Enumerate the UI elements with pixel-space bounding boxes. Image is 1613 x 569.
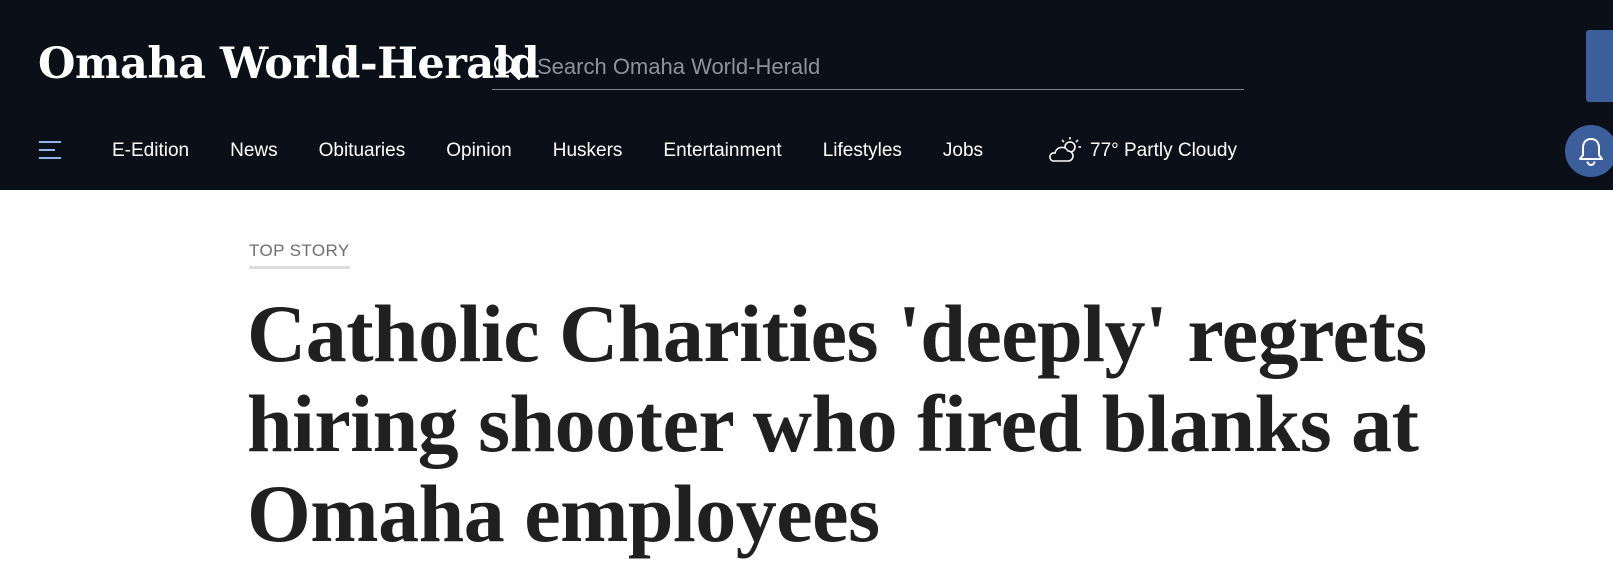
article-headline: Catholic Charities 'deeply' regrets hiri… <box>247 288 1427 559</box>
story-kicker[interactable]: TOP STORY <box>249 239 350 269</box>
partly-cloudy-icon <box>1049 137 1081 162</box>
site-header: Omaha World-Herald E-Edition News Obitua… <box>0 0 1613 190</box>
search-icon[interactable] <box>492 52 522 82</box>
nav-item-e-edition[interactable]: E-Edition <box>112 140 189 162</box>
nav-item-obituaries[interactable]: Obituaries <box>319 140 406 162</box>
weather-text: 77° Partly Cloudy <box>1090 140 1237 161</box>
site-logo[interactable]: Omaha World-Herald <box>38 34 540 94</box>
nav-items: E-Edition News Obituaries Opinion Husker… <box>112 122 983 180</box>
nav-item-news[interactable]: News <box>230 140 278 162</box>
main-nav: E-Edition News Obituaries Opinion Husker… <box>0 122 1613 180</box>
hamburger-menu-icon[interactable] <box>38 138 66 162</box>
nav-item-lifestyles[interactable]: Lifestyles <box>823 140 902 162</box>
nav-item-entertainment[interactable]: Entertainment <box>663 140 781 162</box>
notifications-button[interactable] <box>1565 125 1613 177</box>
search-bar <box>492 44 1244 90</box>
search-input[interactable] <box>537 50 1227 84</box>
weather-widget[interactable]: 77° Partly Cloudy <box>1048 122 1237 180</box>
bell-icon <box>1579 138 1603 166</box>
nav-item-huskers[interactable]: Huskers <box>553 140 623 162</box>
nav-item-opinion[interactable]: Opinion <box>446 140 512 162</box>
subscribe-button[interactable] <box>1586 30 1613 102</box>
nav-item-jobs[interactable]: Jobs <box>943 140 983 162</box>
